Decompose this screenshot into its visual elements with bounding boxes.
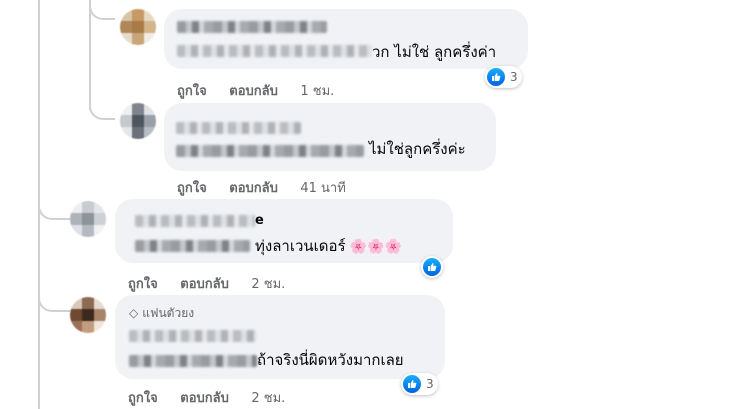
avatar[interactable]: [120, 9, 156, 45]
comment-actions: ถูกใจ ตอบกลับ 2 ชม.: [128, 387, 303, 408]
thread-connector: [89, 100, 115, 120]
comment-text-hidden: [129, 355, 257, 367]
author-name[interactable]: [129, 330, 257, 342]
reply-button[interactable]: ตอบกลับ: [180, 277, 229, 292]
avatar[interactable]: [70, 297, 106, 333]
author-name-suffix: e: [255, 213, 264, 228]
like-button[interactable]: ถูกใจ: [177, 181, 207, 196]
cherry-blossom-emoji: 🌸🌸🌸: [349, 239, 402, 255]
author-name[interactable]: [135, 215, 255, 227]
like-reaction-icon: [487, 68, 505, 86]
timestamp[interactable]: 41 นาที: [300, 181, 345, 196]
diamond-icon: ◇: [129, 306, 139, 320]
thread-connector: [89, 0, 115, 20]
timestamp[interactable]: 1 ชม.: [300, 84, 334, 99]
avatar[interactable]: [70, 201, 106, 237]
comment-text: ทุ่งลาเวนเดอร์ 🌸🌸🌸: [255, 237, 402, 255]
comment-actions: ถูกใจ ตอบกลับ 41 นาที: [177, 177, 364, 198]
comment-bubble: e ทุ่งลาเวนเดอร์ 🌸🌸🌸: [115, 199, 453, 263]
reply-button[interactable]: ตอบกลับ: [180, 391, 229, 406]
thread-connector: [38, 200, 70, 220]
reaction-count[interactable]: 3: [401, 373, 438, 395]
like-button[interactable]: ถูกใจ: [128, 277, 158, 292]
thread-connector: [38, 292, 70, 312]
reply-button[interactable]: ตอบกลับ: [229, 181, 278, 196]
comment-text: ไม่ใช่ลูกครึ่งค่ะ: [369, 140, 466, 158]
comment-bubble: ไม่ใช่ลูกครึ่งค่ะ: [164, 103, 496, 171]
thread-line-inner: [89, 0, 91, 110]
reaction-count[interactable]: [421, 256, 443, 278]
author-name[interactable]: [176, 122, 301, 134]
like-reaction-icon: [423, 258, 441, 276]
comment-text: วก ไม่ใช่ ลูกครึ่งค่า: [372, 43, 497, 61]
comment-text: ถ้าจริงนี่ผิดหวังมากเลย: [257, 351, 404, 369]
comment-bubble: วก ไม่ใช่ ลูกครึ่งค่า: [164, 9, 528, 69]
top-fan-badge: ◇ แฟนตัวยง: [129, 306, 195, 320]
comment-bubble: ◇ แฟนตัวยง ถ้าจริงนี่ผิดหวังมากเลย: [115, 295, 445, 379]
timestamp[interactable]: 2 ชม.: [251, 277, 285, 292]
comment-text-hidden: [177, 45, 372, 57]
like-reaction-icon: [403, 375, 421, 393]
like-button[interactable]: ถูกใจ: [128, 391, 158, 406]
comment-text-hidden: [176, 145, 364, 157]
timestamp[interactable]: 2 ชม.: [251, 391, 285, 406]
author-name[interactable]: [177, 21, 327, 33]
reaction-count[interactable]: 3: [485, 66, 522, 88]
like-button[interactable]: ถูกใจ: [177, 84, 207, 99]
reply-button[interactable]: ตอบกลับ: [229, 84, 278, 99]
comment-text-hidden: [135, 240, 250, 252]
comment-actions: ถูกใจ ตอบกลับ 1 ชม.: [177, 80, 352, 101]
avatar[interactable]: [120, 103, 156, 139]
comment-actions: ถูกใจ ตอบกลับ 2 ชม.: [128, 273, 303, 294]
